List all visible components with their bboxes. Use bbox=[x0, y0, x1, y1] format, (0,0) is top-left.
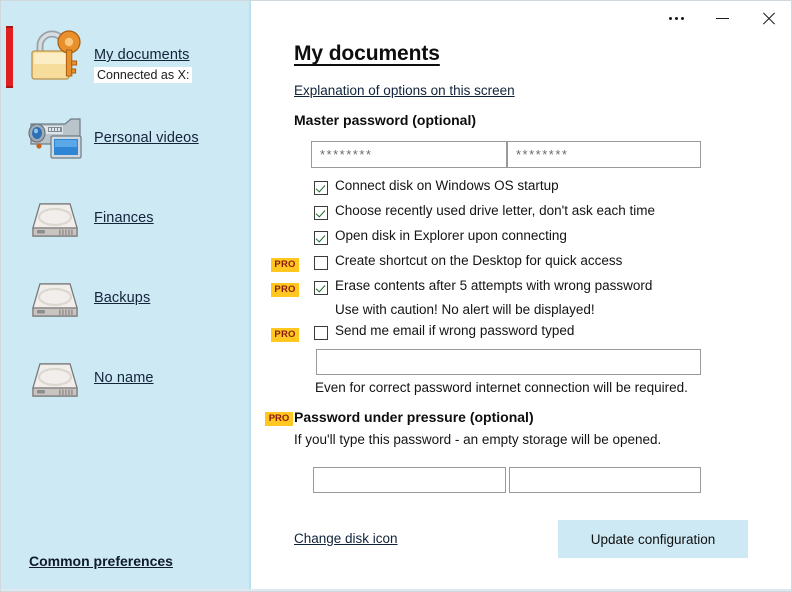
hard-drive-icon bbox=[23, 266, 87, 328]
option-row-desktop-shortcut[interactable]: PRO Create shortcut on the Desktop for q… bbox=[271, 254, 771, 279]
email-note-text: Even for correct password internet conne… bbox=[315, 380, 688, 395]
sidebar: My documents Connected as X: bbox=[1, 1, 251, 591]
option-label[interactable]: Create shortcut on the Desktop for quick… bbox=[335, 253, 622, 268]
padlock-key-icon bbox=[23, 25, 87, 87]
master-password-field[interactable] bbox=[311, 141, 507, 168]
checkbox-erase-contents[interactable] bbox=[314, 281, 328, 295]
sidebar-item-label[interactable]: Personal videos bbox=[94, 130, 199, 146]
page-title: My documents bbox=[294, 42, 440, 66]
title-bar bbox=[251, 1, 791, 39]
option-label[interactable]: Erase contents after 5 attempts with wro… bbox=[335, 278, 652, 293]
sidebar-item-backups[interactable]: Backups bbox=[1, 264, 251, 342]
update-configuration-button[interactable]: Update configuration bbox=[558, 520, 748, 558]
more-options-button[interactable] bbox=[653, 1, 699, 35]
password-under-pressure-note: If you'll type this password - an empty … bbox=[294, 432, 661, 447]
checkbox-recent-drive-letter[interactable] bbox=[314, 206, 328, 220]
sidebar-item-finances[interactable]: Finances bbox=[1, 184, 251, 262]
close-icon bbox=[762, 12, 775, 25]
password-under-pressure-label: Password under pressure (optional) bbox=[294, 409, 534, 425]
checkbox-email-alert[interactable] bbox=[314, 326, 328, 340]
sidebar-item-status: Connected as X: bbox=[94, 67, 192, 83]
pressure-password-confirm-field[interactable] bbox=[509, 467, 701, 493]
option-row-erase-contents[interactable]: PRO Erase contents after 5 attempts with… bbox=[271, 279, 771, 304]
pro-badge: PRO bbox=[271, 328, 299, 342]
sidebar-item-no-name[interactable]: No name bbox=[1, 344, 251, 422]
option-label[interactable]: Open disk in Explorer upon connecting bbox=[335, 228, 567, 243]
app-window: My documents Connected as X: bbox=[0, 0, 792, 592]
checkbox-connect-on-startup[interactable] bbox=[314, 181, 328, 195]
close-button[interactable] bbox=[745, 1, 791, 35]
sidebar-item-label[interactable]: My documents bbox=[94, 47, 190, 63]
option-row-email-alert[interactable]: PRO Send me email if wrong password type… bbox=[271, 324, 771, 349]
option-row-open-in-explorer[interactable]: Open disk in Explorer upon connecting bbox=[271, 229, 771, 254]
option-label[interactable]: Choose recently used drive letter, don't… bbox=[335, 203, 655, 218]
option-label[interactable]: Send me email if wrong password typed bbox=[335, 323, 574, 338]
pro-badge: PRO bbox=[271, 283, 299, 297]
checkbox-desktop-shortcut[interactable] bbox=[314, 256, 328, 270]
ellipsis-icon bbox=[669, 17, 684, 20]
checkbox-open-in-explorer[interactable] bbox=[314, 231, 328, 245]
option-row-connect-on-startup[interactable]: Connect disk on Windows OS startup bbox=[271, 179, 771, 204]
camcorder-icon bbox=[23, 106, 87, 168]
sidebar-item-label[interactable]: Finances bbox=[94, 210, 154, 226]
pro-badge: PRO bbox=[271, 258, 299, 272]
master-password-confirm-field[interactable] bbox=[507, 141, 701, 168]
change-disk-icon-link[interactable]: Change disk icon bbox=[294, 531, 398, 546]
email-address-field[interactable] bbox=[316, 349, 701, 375]
main-panel: My documents Explanation of options on t… bbox=[251, 1, 791, 591]
minimize-icon bbox=[716, 18, 729, 19]
sidebar-item-label[interactable]: Backups bbox=[94, 290, 150, 306]
pro-badge: PRO bbox=[265, 412, 293, 426]
sidebar-item-personal-videos[interactable]: Personal videos bbox=[1, 104, 251, 182]
sidebar-item-my-documents[interactable]: My documents Connected as X: bbox=[1, 23, 251, 101]
option-label[interactable]: Connect disk on Windows OS startup bbox=[335, 178, 559, 193]
minimize-button[interactable] bbox=[699, 1, 745, 35]
option-row-recent-drive-letter[interactable]: Choose recently used drive letter, don't… bbox=[271, 204, 771, 229]
common-preferences-link[interactable]: Common preferences bbox=[29, 553, 173, 569]
sidebar-item-label[interactable]: No name bbox=[94, 370, 154, 386]
window-bottom-edge bbox=[1, 589, 791, 591]
explanation-link[interactable]: Explanation of options on this screen bbox=[294, 83, 515, 98]
erase-warning-text: Use with caution! No alert will be displ… bbox=[335, 302, 595, 317]
pressure-password-field[interactable] bbox=[313, 467, 506, 493]
hard-drive-icon bbox=[23, 346, 87, 408]
master-password-label: Master password (optional) bbox=[294, 112, 476, 128]
hard-drive-icon bbox=[23, 186, 87, 248]
